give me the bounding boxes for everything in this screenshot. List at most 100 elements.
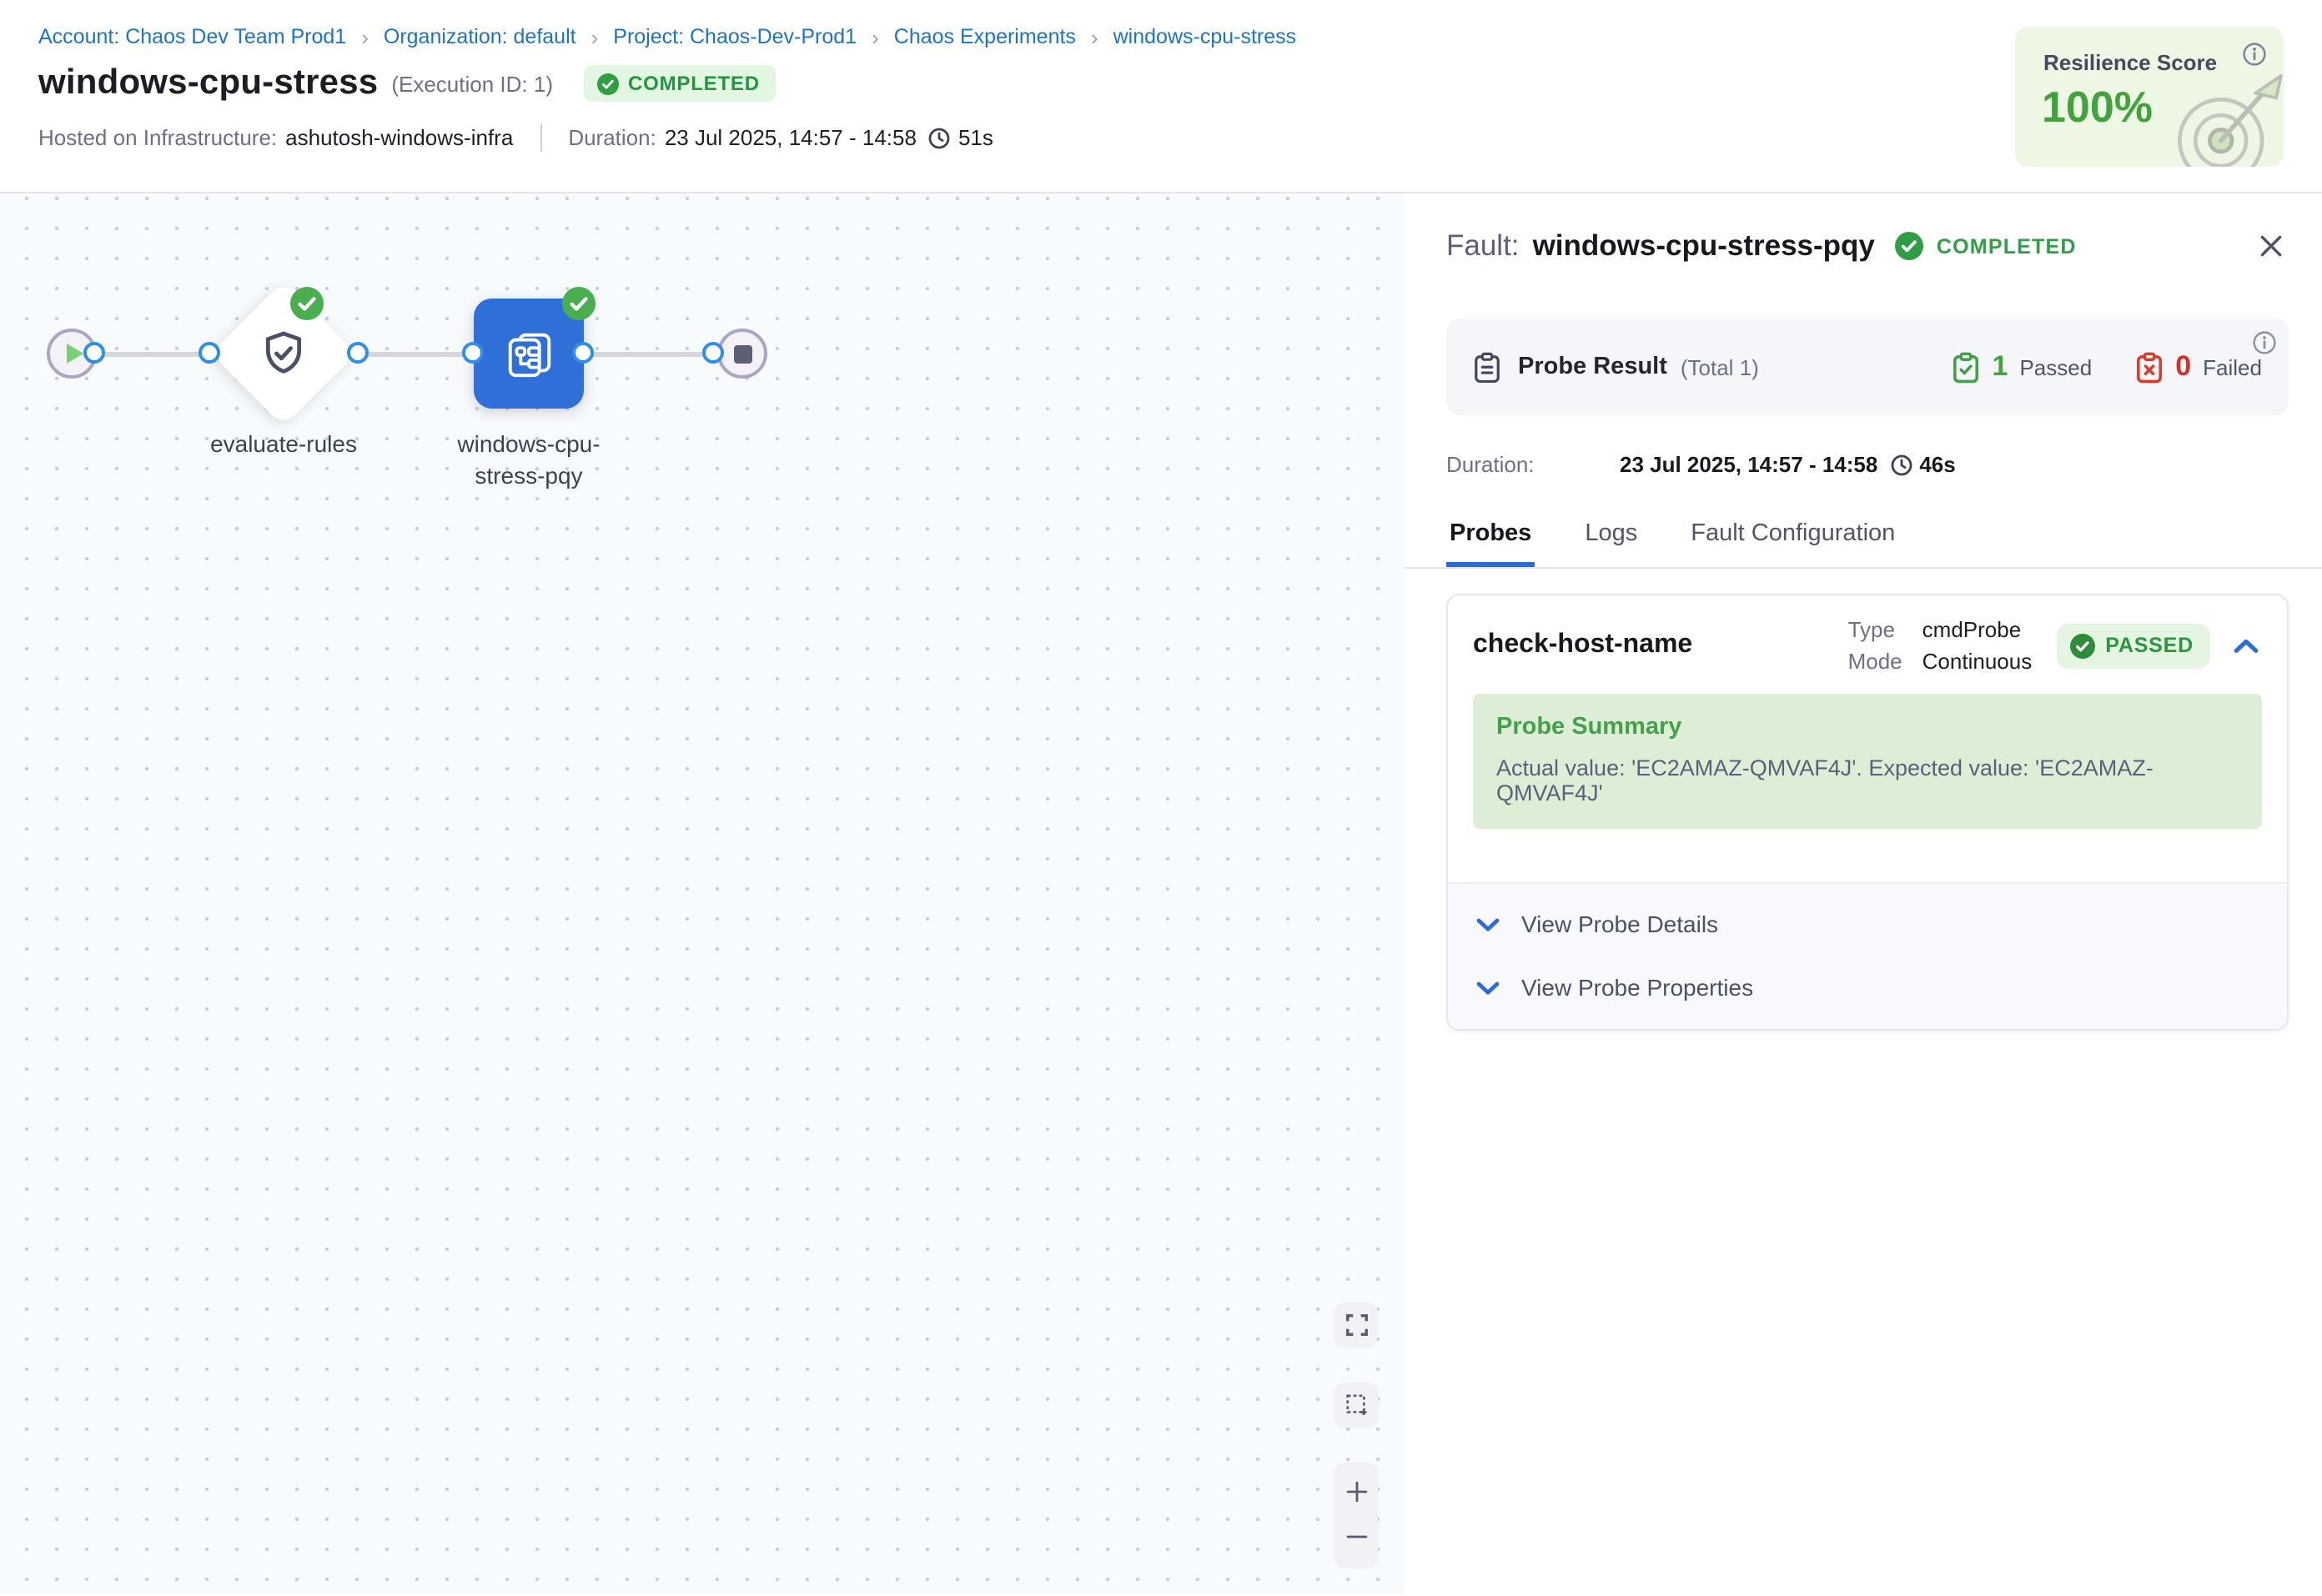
close-icon[interactable] (2254, 228, 2289, 263)
edge-start-evaluate (95, 352, 210, 356)
edge-fault-end (584, 352, 714, 356)
probe-summary-title: Probe Summary (1496, 714, 2239, 740)
chevron-right-icon: › (1091, 26, 1098, 48)
check-circle-icon (1895, 232, 1923, 260)
marquee-select-icon (1344, 1392, 1369, 1417)
probe-name: check-host-name (1473, 630, 1692, 660)
view-probe-details[interactable]: View Probe Details (1448, 892, 2287, 956)
zoom-controls (1334, 1463, 1378, 1566)
panel-duration-value: 23 Jul 2025, 14:57 - 14:58 (1620, 452, 1877, 477)
check-circle-icon (2070, 633, 2095, 658)
info-icon[interactable] (2242, 42, 2267, 67)
duration-value: 23 Jul 2025, 14:57 - 14:58 (665, 125, 917, 150)
chevron-down-icon (1476, 916, 1500, 931)
failed-label: Failed (2203, 354, 2262, 379)
port-icon (83, 342, 105, 364)
meta-row: Hosted on Infrastructure: ashutosh-windo… (0, 123, 2322, 152)
fault-name: windows-cpu-stress-pqy (1533, 228, 1875, 263)
marquee-select-button[interactable] (1334, 1383, 1378, 1426)
panel-duration-label: Duration: (1446, 452, 1620, 477)
clock-icon (928, 126, 952, 149)
node-label-evaluate-rules: evaluate-rules (158, 429, 409, 460)
fault-header: Fault: windows-cpu-stress-pqy COMPLETED (1446, 193, 2289, 263)
chevron-up-icon[interactable] (2230, 635, 2262, 656)
shield-check-icon (257, 327, 310, 380)
breadcrumb-organization[interactable]: Organization: default (384, 25, 576, 48)
success-check-icon (290, 287, 324, 320)
passed-label: Passed (2019, 354, 2092, 379)
probe-summary: Probe Summary Actual value: 'EC2AMAZ-QMV… (1473, 694, 2262, 829)
experiment-icon (501, 326, 556, 381)
probe-type-label: Type (1848, 617, 1902, 642)
panel-tabs: Probes Logs Fault Configuration (1405, 520, 2322, 569)
chevron-down-icon (1476, 980, 1500, 995)
fault-label: Fault: (1446, 228, 1520, 263)
probe-result-total: (Total 1) (1681, 354, 1759, 379)
panel-duration-row: Duration: 23 Jul 2025, 14:57 - 14:58 46s (1446, 452, 2289, 477)
divider (540, 123, 541, 152)
breadcrumb: Account: Chaos Dev Team Prod1 › Organiza… (0, 0, 2322, 48)
port-icon (199, 342, 220, 364)
view-probe-properties[interactable]: View Probe Properties (1448, 956, 2287, 1019)
title-row: windows-cpu-stress (Execution ID: 1) COM… (0, 63, 2322, 103)
failed-count: 0 (2175, 350, 2191, 384)
probe-type-mode: Type cmdProbe Mode Continuous (1848, 617, 2033, 674)
failed-group: 0 Failed (2135, 350, 2262, 384)
app-root: Account: Chaos Dev Team Prod1 › Organiza… (0, 0, 2322, 1596)
node-label-windows-cpu-stress-pqy: windows-cpu- stress-pqy (404, 429, 654, 492)
probe-result-title: Probe Result (1518, 354, 1667, 380)
passed-group: 1 Passed (1953, 350, 2093, 384)
probe-summary-text: Actual value: 'EC2AMAZ-QMVAF4J'. Expecte… (1496, 755, 2239, 806)
panel-duration-seconds: 46s (1919, 452, 1955, 477)
status-badge-label: COMPLETED (628, 72, 760, 95)
chevron-right-icon: › (872, 26, 879, 48)
infra-label: Hosted on Infrastructure: (38, 125, 277, 150)
chevron-right-icon: › (591, 26, 599, 48)
end-node (717, 329, 767, 379)
port-icon (347, 342, 369, 364)
play-icon (66, 344, 83, 364)
probe-mode-label: Mode (1848, 649, 1902, 674)
duration-seconds: 51s (958, 125, 993, 150)
page-header: Account: Chaos Dev Team Prod1 › Organiza… (0, 0, 2322, 193)
resilience-score-card: Resilience Score 100% (2015, 27, 2284, 167)
breadcrumb-project[interactable]: Project: Chaos-Dev-Prod1 (613, 25, 857, 48)
check-circle-icon (596, 73, 618, 94)
resilience-score-label: Resilience Score (2043, 50, 2217, 75)
port-icon (462, 342, 484, 364)
clock-icon (1889, 453, 1912, 476)
probe-result-card: Probe Result (Total 1) 1 Passed (1446, 319, 2289, 415)
passed-count: 1 (1993, 350, 2008, 384)
infra-value: ashutosh-windows-infra (285, 125, 513, 150)
clipboard-icon (1473, 351, 1501, 383)
resilience-score-value: 100% (2042, 82, 2153, 133)
zoom-in-icon[interactable] (1344, 1479, 1369, 1504)
fault-detail-panel: Fault: windows-cpu-stress-pqy COMPLETED (1405, 193, 2322, 1594)
breadcrumb-current[interactable]: windows-cpu-stress (1113, 25, 1297, 48)
info-icon[interactable] (2252, 330, 2277, 355)
probe-type-value: cmdProbe (1922, 617, 2033, 642)
probe-status-label: PASSED (2105, 634, 2194, 657)
fullscreen-button[interactable] (1334, 1302, 1378, 1346)
tab-fault-configuration[interactable]: Fault Configuration (1687, 520, 1898, 567)
page-title: windows-cpu-stress (38, 63, 378, 103)
tab-probes[interactable]: Probes (1446, 520, 1535, 567)
probe-card-footer: View Probe Details View Probe Properties (1448, 882, 2287, 1029)
probe-card-header: check-host-name Type cmdProbe Mode Conti… (1448, 595, 2287, 690)
breadcrumb-account[interactable]: Account: Chaos Dev Team Prod1 (38, 25, 346, 48)
zoom-out-icon[interactable] (1344, 1524, 1369, 1549)
tab-logs[interactable]: Logs (1581, 520, 1641, 567)
edge-evaluate-fault (359, 352, 474, 356)
success-check-icon (562, 287, 596, 320)
port-icon (572, 342, 594, 364)
clipboard-check-icon (1953, 351, 1981, 383)
breadcrumb-chaos-experiments[interactable]: Chaos Experiments (894, 25, 1076, 48)
pipeline-canvas[interactable]: evaluate-rules windows (0, 193, 1405, 1594)
port-icon (702, 342, 724, 364)
chevron-right-icon: › (361, 26, 369, 48)
stop-icon (733, 344, 751, 363)
probe-mode-value: Continuous (1922, 649, 2033, 674)
probe-status-badge: PASSED (2057, 623, 2210, 668)
fault-status: COMPLETED (1937, 234, 2077, 258)
status-badge: COMPLETED (583, 65, 777, 102)
